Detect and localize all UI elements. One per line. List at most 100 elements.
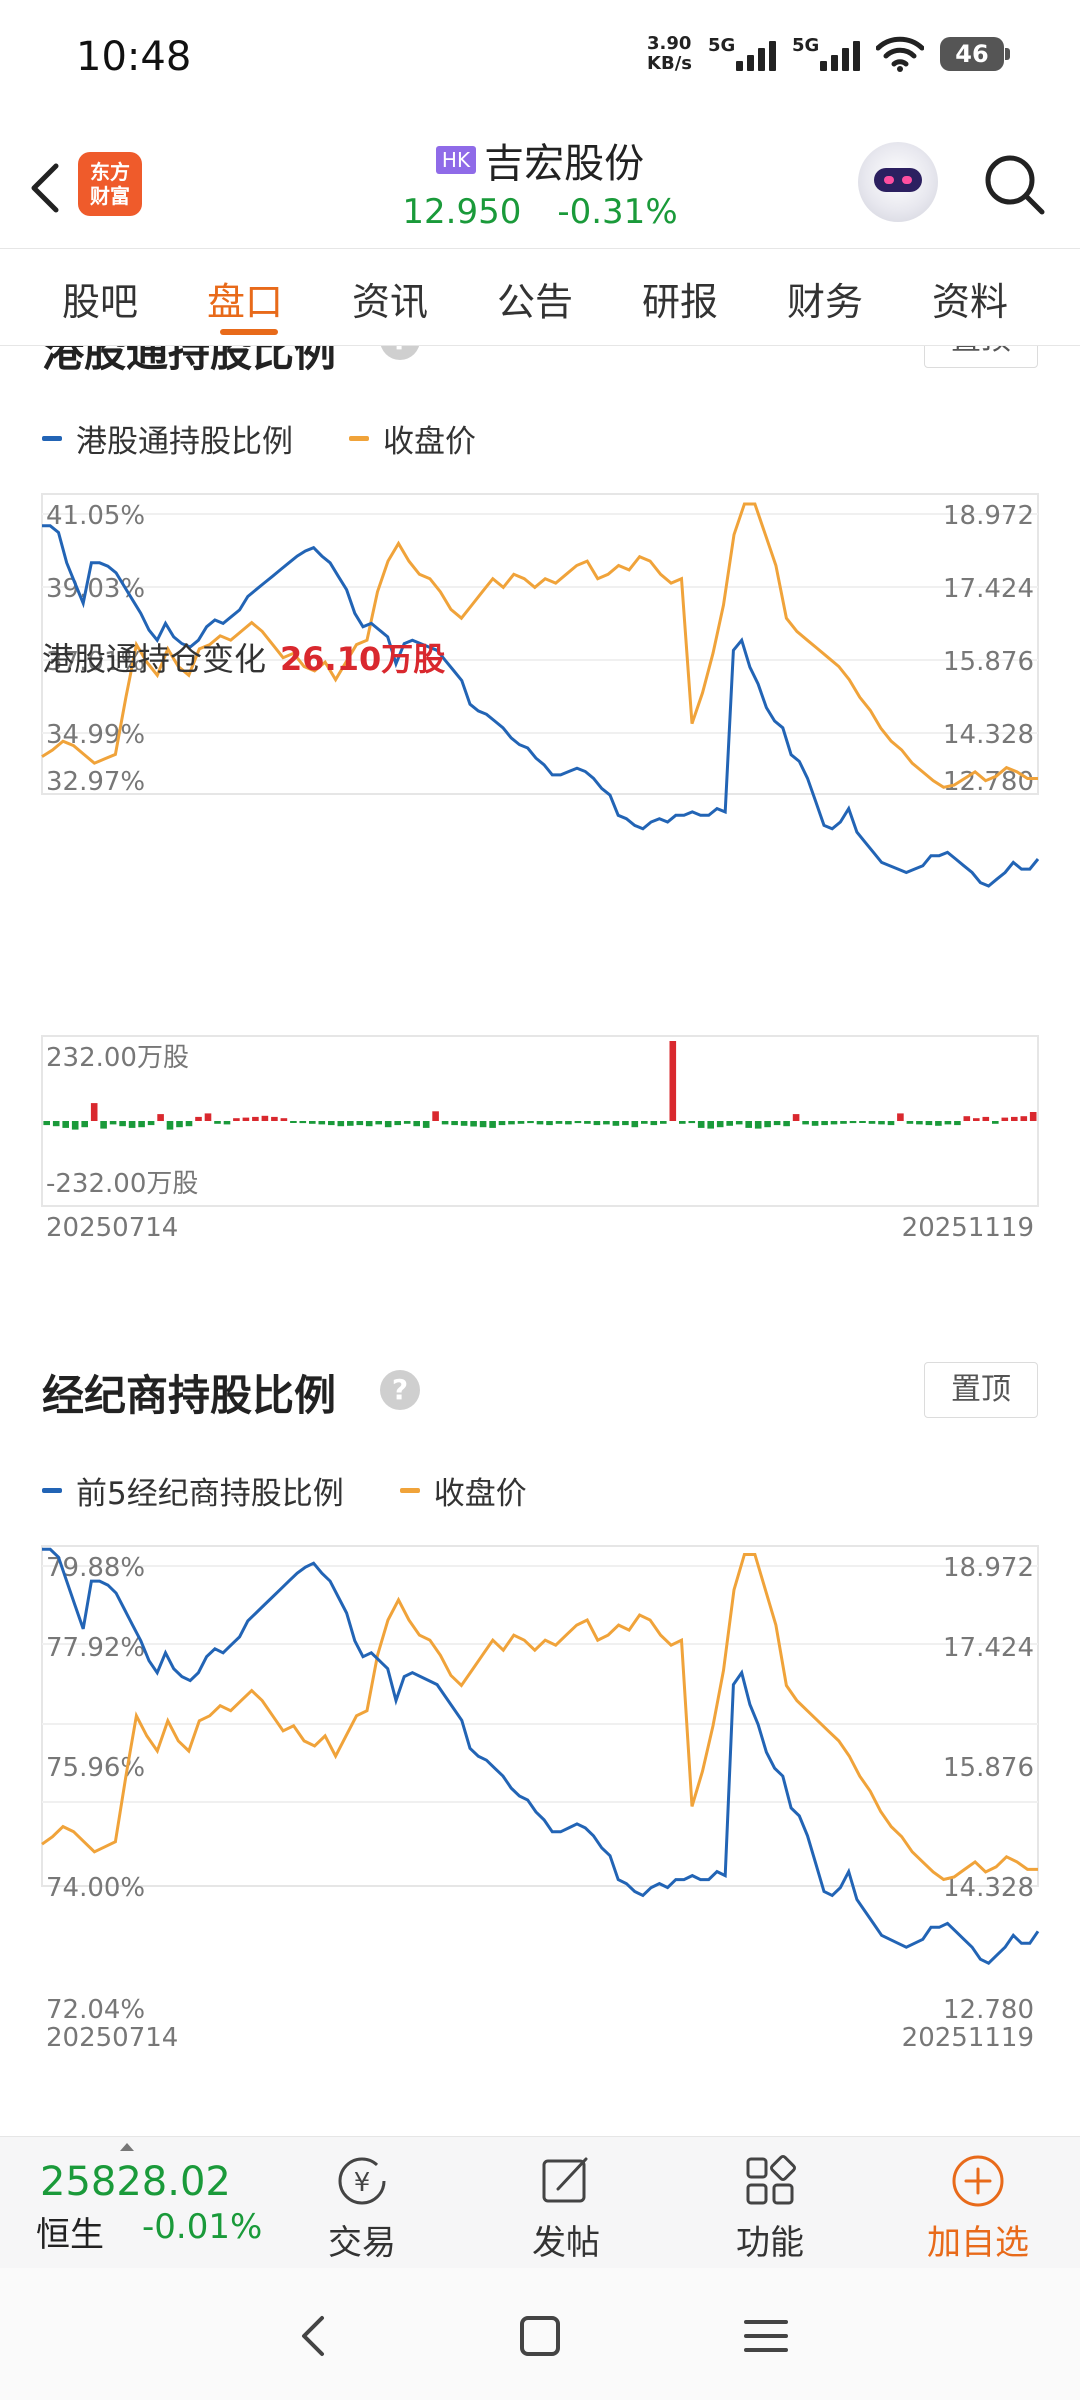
flow-bar bbox=[403, 1121, 411, 1124]
flow-bar bbox=[489, 1121, 496, 1128]
bar-max-label: 232.00万股 bbox=[46, 1043, 189, 1073]
status-bar: 10:48 3.90 KB/s 5G 5G 46 bbox=[0, 0, 1080, 110]
flow-bar bbox=[508, 1121, 515, 1125]
battery-icon: 46 bbox=[940, 37, 1010, 71]
flow-bar bbox=[375, 1121, 382, 1125]
flow-bar bbox=[1001, 1117, 1009, 1121]
tab-announcements[interactable]: 公告 bbox=[497, 271, 573, 326]
legend-item-blue[interactable]: 港股通持股比例 bbox=[42, 416, 293, 461]
flow-bar bbox=[868, 1121, 876, 1124]
svg-text:¥: ¥ bbox=[354, 2168, 371, 2198]
nav-home-icon[interactable] bbox=[510, 2306, 570, 2366]
stock-name: 吉宏股份 bbox=[484, 141, 645, 187]
y-right-tick: 17.424 bbox=[943, 574, 1034, 604]
flow-bar bbox=[138, 1121, 145, 1128]
series-line-hk-holding-ratio bbox=[42, 524, 1040, 888]
flow-bar bbox=[669, 1041, 677, 1121]
flow-bar bbox=[593, 1121, 601, 1126]
legend-swatch-orange bbox=[399, 1488, 420, 1493]
legend-item-orange[interactable]: 收盘价 bbox=[349, 416, 476, 461]
flow-bar bbox=[1029, 1112, 1037, 1121]
flow-bar bbox=[992, 1121, 999, 1124]
stock-price: 12.950 bbox=[402, 192, 522, 232]
tab-news[interactable]: 资讯 bbox=[352, 271, 428, 326]
system-nav-bar bbox=[0, 2268, 1080, 2400]
flow-bar bbox=[935, 1121, 942, 1126]
features-button[interactable]: 功能 bbox=[700, 2151, 840, 2263]
flow-bar bbox=[432, 1111, 439, 1121]
signal-1-icon: 5G bbox=[708, 35, 776, 71]
flow-bar bbox=[650, 1121, 658, 1126]
pin-top-button[interactable]: 置顶 bbox=[924, 1362, 1038, 1418]
trade-button[interactable]: ¥ 交易 bbox=[292, 2151, 432, 2263]
flow-bar bbox=[811, 1121, 819, 1126]
nav-menu-icon[interactable] bbox=[736, 2306, 796, 2366]
flow-bar bbox=[925, 1121, 933, 1126]
index-name[interactable]: 恒生 bbox=[36, 2207, 104, 2256]
active-tab-indicator bbox=[220, 329, 278, 335]
clock: 10:48 bbox=[76, 34, 192, 80]
app-logo[interactable]: 东方 财富 bbox=[78, 152, 142, 216]
add-watchlist-button[interactable]: 加自选 bbox=[908, 2151, 1048, 2263]
legend-item-orange[interactable]: 收盘价 bbox=[399, 1468, 527, 1513]
flow-bar bbox=[204, 1113, 212, 1121]
tab-guba[interactable]: 股吧 bbox=[62, 271, 138, 326]
flow-bar bbox=[679, 1121, 686, 1124]
flow-bar bbox=[707, 1121, 714, 1129]
flow-bar bbox=[603, 1121, 610, 1125]
flow-bar bbox=[982, 1116, 990, 1121]
logo-line-2: 财富 bbox=[90, 184, 130, 208]
legend-label: 收盘价 bbox=[383, 424, 476, 460]
legend-swatch-blue bbox=[42, 1488, 62, 1493]
flow-bar bbox=[384, 1121, 392, 1128]
flow-bar bbox=[574, 1121, 582, 1124]
help-icon[interactable]: ? bbox=[380, 1370, 420, 1410]
expand-caret-icon[interactable] bbox=[120, 2143, 134, 2151]
nav-back-icon[interactable] bbox=[284, 2306, 344, 2366]
assistant-robot-icon[interactable] bbox=[858, 142, 938, 222]
flow-bar bbox=[555, 1121, 563, 1124]
flow-bar bbox=[394, 1121, 401, 1126]
hk-flow-value: 26.10万股 bbox=[280, 640, 446, 678]
flow-bar bbox=[176, 1121, 183, 1128]
scroll-content[interactable]: 港股通持股比例 ? 置顶 港股通持股比例 收盘价 41.05% 39.03% 3… bbox=[0, 346, 1080, 2136]
legend-label: 港股通持股比例 bbox=[76, 424, 293, 460]
tab-pankou[interactable]: 盘口 bbox=[207, 271, 283, 326]
tab-financials[interactable]: 财务 bbox=[787, 271, 863, 326]
pin-top-button[interactable]: 置顶 bbox=[924, 346, 1038, 368]
status-icons: 3.90 KB/s 5G 5G 46 bbox=[647, 34, 1010, 74]
hk-flow-bar-chart[interactable]: 232.00万股 -232.00万股 20250714 20251119 bbox=[41, 1035, 1039, 1243]
flow-bar bbox=[337, 1121, 345, 1127]
section-title-broker-holding: 经纪商持股比例 bbox=[42, 1371, 337, 1420]
flow-bar bbox=[128, 1121, 136, 1128]
flow-bar bbox=[840, 1121, 847, 1124]
flow-bar bbox=[963, 1116, 971, 1121]
flow-bar bbox=[252, 1116, 259, 1121]
flow-bar bbox=[43, 1121, 50, 1126]
help-icon[interactable]: ? bbox=[380, 346, 420, 360]
wifi-icon bbox=[876, 36, 924, 72]
flow-bar bbox=[223, 1121, 231, 1125]
search-icon[interactable] bbox=[980, 150, 1050, 220]
series-line-close-price bbox=[41, 1553, 1038, 1882]
flow-bar bbox=[309, 1121, 316, 1124]
flow-bar bbox=[973, 1118, 980, 1121]
y-right-tick: 14.328 bbox=[943, 720, 1034, 750]
section-title-hk-holding: 港股通持股比例 bbox=[42, 346, 337, 376]
y-left-tick: 39.03% bbox=[46, 574, 145, 604]
broker-holding-line-chart[interactable]: 79.88% 77.92% 75.96% 74.00% 72.04% 18.97… bbox=[41, 1545, 1040, 2053]
index-value[interactable]: 25828.02 bbox=[40, 2159, 231, 2205]
y-left-tick: 32.97% bbox=[46, 767, 145, 797]
back-arrow-icon[interactable] bbox=[20, 152, 70, 222]
flow-bar bbox=[233, 1118, 240, 1121]
tab-research[interactable]: 研报 bbox=[642, 271, 718, 326]
flow-bar bbox=[916, 1121, 923, 1125]
tab-profile[interactable]: 资料 bbox=[932, 271, 1008, 326]
flow-bar bbox=[897, 1113, 904, 1121]
legend-item-blue[interactable]: 前5经纪商持股比例 bbox=[42, 1468, 344, 1513]
post-button[interactable]: 发帖 bbox=[496, 2151, 636, 2263]
hk-flow-header: 港股通持仓变化 26.10万股 bbox=[42, 634, 445, 680]
index-change[interactable]: -0.01% bbox=[142, 2207, 262, 2247]
flow-bar bbox=[783, 1121, 790, 1127]
sim2-label: 5G bbox=[792, 35, 820, 56]
